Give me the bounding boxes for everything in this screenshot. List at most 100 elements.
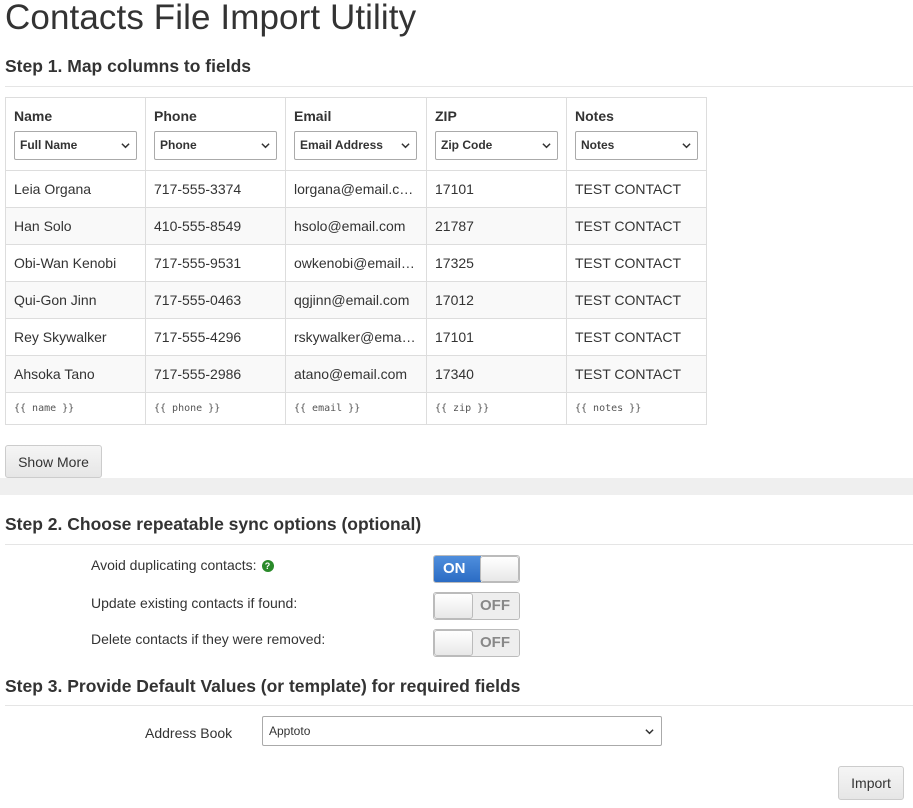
- field-mapping-select[interactable]: Zip Code: [435, 131, 558, 160]
- table-cell: 717-555-4296: [145, 318, 286, 356]
- header-row: Name Full Name Phone Phone Email Email Addres…: [5, 97, 707, 171]
- cell-text: Rey Skywalker: [14, 329, 107, 345]
- column-header: Notes Notes: [566, 97, 707, 171]
- table-cell: 717-555-9531: [145, 244, 286, 282]
- column-header: Name Full Name: [5, 97, 146, 171]
- field-mapping-select[interactable]: Notes: [575, 131, 698, 160]
- import-button[interactable]: Import: [838, 766, 904, 800]
- column-header-label: Email: [294, 108, 332, 124]
- step1-heading: Step 1. Map columns to fields: [5, 56, 252, 76]
- cell-text: 17340: [435, 366, 474, 382]
- cell-text: TEST CONTACT: [575, 181, 682, 197]
- cell-text: 717-555-0463: [154, 292, 242, 308]
- step3-heading: Step 3. Provide Default Values (or templ…: [5, 676, 521, 696]
- cell-text: 17012: [435, 292, 474, 308]
- table-cell: TEST CONTACT: [566, 355, 707, 393]
- column-mapping-table: Name Full Name Phone Phone Email Email Addres…: [5, 97, 707, 425]
- address-book-select[interactable]: Apptoto: [262, 716, 662, 746]
- table-cell: qgjinn@email.com: [285, 281, 427, 319]
- table-cell: 17012: [426, 281, 567, 319]
- table-cell: atano@email.com: [285, 355, 427, 393]
- table-cell: hsolo@email.com: [285, 207, 427, 245]
- update-existing-toggle[interactable]: OFF: [433, 592, 520, 620]
- option-update-existing-label: Update existing contacts if found:: [91, 595, 298, 611]
- toggle-knob: [434, 593, 473, 619]
- table-cell: 17101: [426, 170, 567, 208]
- cell-text: Obi-Wan Kenobi: [14, 255, 117, 271]
- avoid-duplicates-toggle[interactable]: ON: [433, 555, 520, 583]
- cell-text: TEST CONTACT: [575, 329, 682, 345]
- column-header-label: Notes: [575, 108, 614, 124]
- field-mapping-value: Full Name: [20, 138, 78, 152]
- divider: [5, 705, 913, 706]
- table-row: Han Solo 410-555-8549 hsolo@email.com 21787…: [5, 207, 707, 245]
- table-cell: 717-555-0463: [145, 281, 286, 319]
- column-header: ZIP Zip Code: [426, 97, 567, 171]
- divider: [5, 544, 913, 545]
- chevron-down-icon: [121, 143, 130, 149]
- option-delete-removed-label: Delete contacts if they were removed:: [91, 631, 326, 647]
- template-row: {{ name }}{{ phone }}{{ email }}{{ zip }…: [5, 392, 707, 425]
- table-cell: 717-555-2986: [145, 355, 286, 393]
- table-cell: 410-555-8549: [145, 207, 286, 245]
- table-cell: Rey Skywalker: [5, 318, 146, 356]
- page-title: Contacts File Import Utility: [5, 0, 417, 37]
- field-mapping-select[interactable]: Phone: [154, 131, 277, 160]
- table-cell: 21787: [426, 207, 567, 245]
- delete-removed-toggle[interactable]: OFF: [433, 629, 520, 657]
- chevron-down-icon: [261, 143, 270, 149]
- field-mapping-value: Notes: [581, 138, 615, 152]
- field-mapping-value: Zip Code: [441, 138, 493, 152]
- table-cell: TEST CONTACT: [566, 244, 707, 282]
- cell-text: Qui-Gon Jinn: [14, 292, 97, 308]
- table-cell: Han Solo: [5, 207, 146, 245]
- cell-text: hsolo@email.com: [294, 218, 406, 234]
- toggle-knob: [480, 556, 519, 582]
- field-mapping-select[interactable]: Email Address: [294, 131, 417, 160]
- template-cell: {{ phone }}: [145, 392, 286, 425]
- cell-text: Han Solo: [14, 218, 72, 234]
- table-cell: Leia Organa: [5, 170, 146, 208]
- show-more-button[interactable]: Show More: [5, 445, 102, 478]
- cell-text: qgjinn@email.com: [294, 292, 410, 308]
- cell-text: 717-555-4296: [154, 329, 242, 345]
- field-mapping-value: Email Address: [300, 138, 383, 152]
- cell-text: 17101: [435, 329, 474, 345]
- toggle-off-label: OFF: [471, 630, 519, 656]
- cell-text: 410-555-8549: [154, 218, 242, 234]
- table-row: Obi-Wan Kenobi 717-555-9531 owkenobi@email…: [5, 244, 707, 282]
- table-cell: TEST CONTACT: [566, 281, 707, 319]
- help-icon[interactable]: ?: [261, 560, 274, 572]
- table-cell: owkenobi@email.com: [285, 244, 427, 282]
- toggle-off-label: OFF: [471, 593, 519, 619]
- chevron-down-icon: [682, 143, 691, 149]
- cell-text: owkenobi@email.com: [294, 255, 418, 271]
- table-row: Rey Skywalker 717-555-4296 rskywalker@emai…: [5, 318, 707, 356]
- cell-text: 717-555-9531: [154, 255, 242, 271]
- cell-text: 21787: [435, 218, 474, 234]
- template-cell: {{ name }}: [5, 392, 146, 425]
- address-book-label: Address Book: [145, 725, 233, 741]
- cell-text: rskywalker@email.com: [294, 329, 418, 345]
- cell-text: TEST CONTACT: [575, 218, 682, 234]
- template-cell: {{ email }}: [285, 392, 427, 425]
- table-row: Ahsoka Tano 717-555-2986 atano@email.com 17…: [5, 355, 707, 393]
- template-cell: {{ notes }}: [566, 392, 707, 425]
- table-cell: rskywalker@email.com: [285, 318, 427, 356]
- table-cell: TEST CONTACT: [566, 318, 707, 356]
- table-row: Qui-Gon Jinn 717-555-0463 qgjinn@email.com…: [5, 281, 707, 319]
- table-cell: 17101: [426, 318, 567, 356]
- cell-text: TEST CONTACT: [575, 366, 682, 382]
- address-book-value: Apptoto: [269, 724, 311, 738]
- chevron-down-icon: [401, 143, 410, 149]
- chevron-down-icon: [542, 143, 551, 149]
- template-cell: {{ zip }}: [426, 392, 567, 425]
- toggle-on-label: ON: [434, 556, 481, 582]
- table-cell: 17340: [426, 355, 567, 393]
- cell-text: 17325: [435, 255, 474, 271]
- table-row: Leia Organa 717-555-3374 lorgana@email.com…: [5, 170, 707, 208]
- toggle-knob: [434, 630, 473, 656]
- field-mapping-select[interactable]: Full Name: [14, 131, 137, 160]
- chevron-down-icon: [645, 729, 654, 735]
- table-cell: 17325: [426, 244, 567, 282]
